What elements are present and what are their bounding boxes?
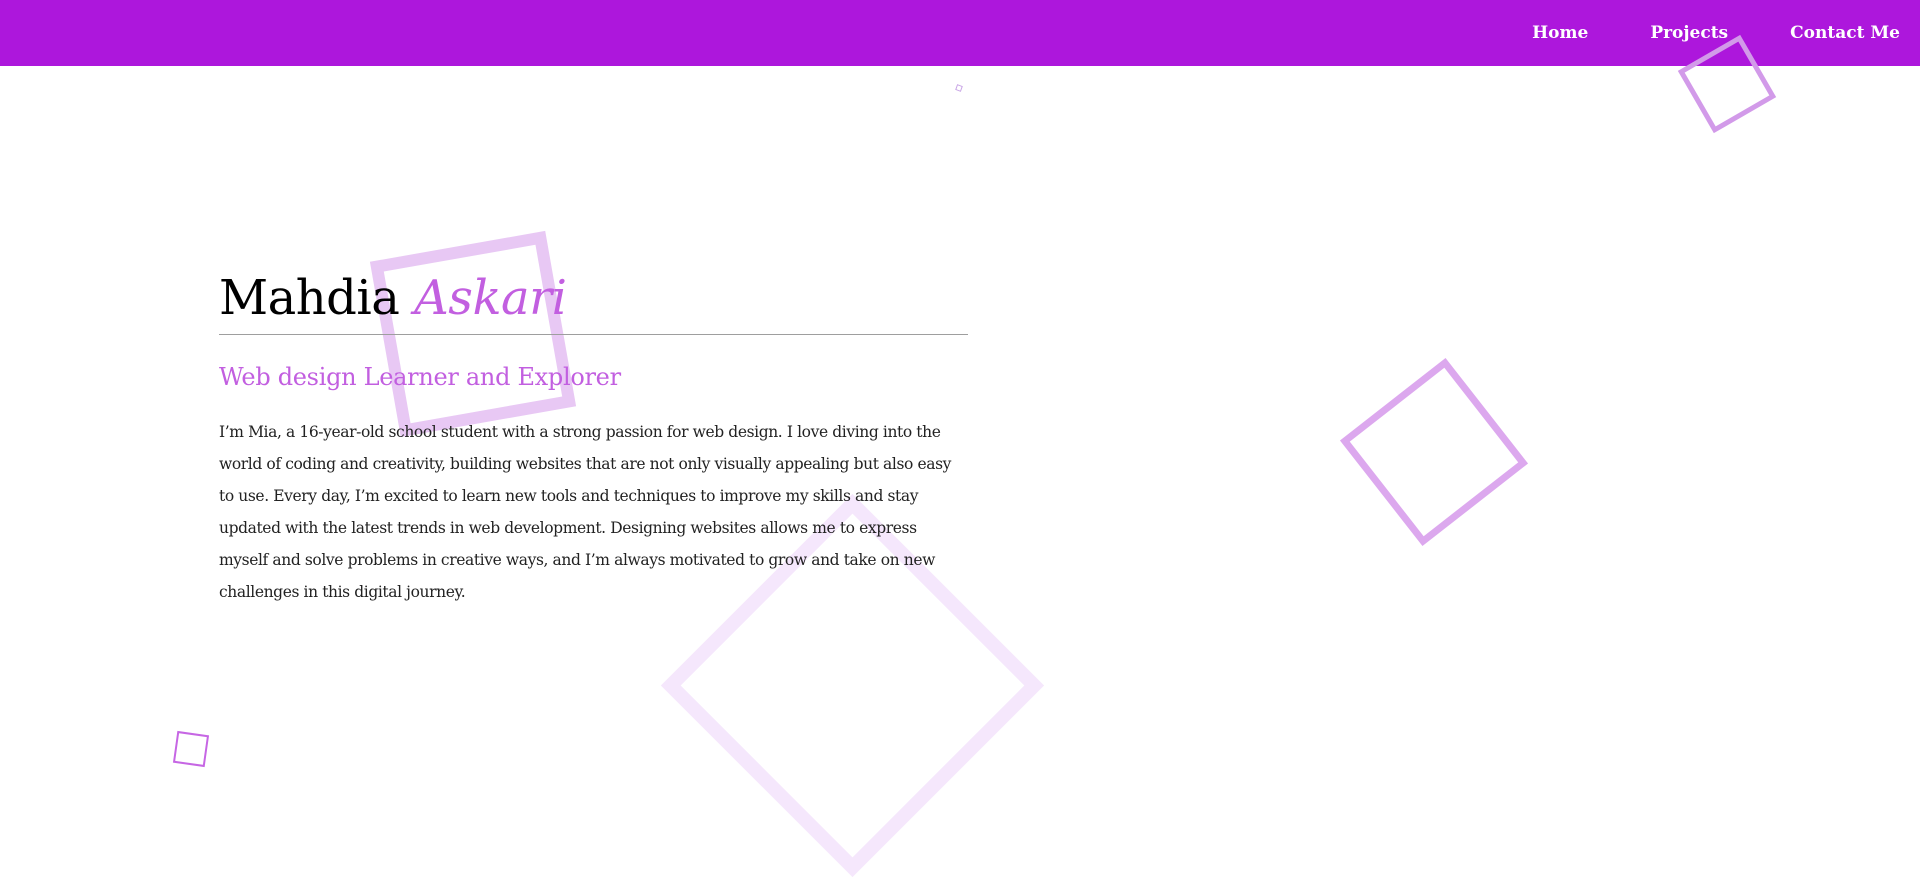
nav-link-contact-me[interactable]: Contact Me <box>1790 23 1900 43</box>
hero-first-name: Mahdia <box>219 270 400 326</box>
hero-bio: I’m Mia, a 16-year-old school student wi… <box>219 423 951 601</box>
decorative-square-small-left <box>172 730 210 768</box>
nav-links: Home Projects Contact Me <box>1532 0 1920 66</box>
hero-section: Mahdia Askari Web design Learner and Exp… <box>219 268 968 608</box>
hero-divider <box>219 334 968 335</box>
top-navbar: Home Projects Contact Me <box>0 0 1920 66</box>
hero-subtitle: Web design Learner and Explorer <box>219 363 621 391</box>
hero-name: Mahdia Askari <box>219 268 968 328</box>
nav-link-projects[interactable]: Projects <box>1650 23 1728 43</box>
decorative-square-right <box>1339 357 1529 547</box>
decorative-square-tiny <box>955 84 963 92</box>
nav-link-home[interactable]: Home <box>1532 23 1588 43</box>
hero-last-name: Askari <box>414 270 567 326</box>
